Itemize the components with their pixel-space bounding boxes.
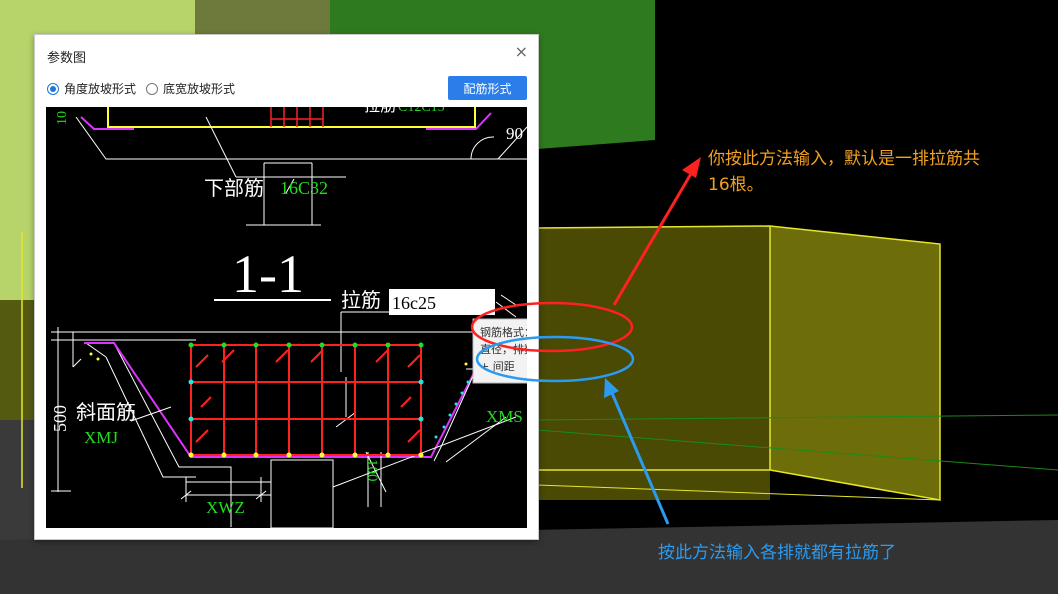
height-label: 500 — [50, 405, 70, 432]
tooltip-line-3: + 间距 — [480, 360, 515, 373]
radio-checked-icon[interactable] — [47, 82, 59, 95]
bottom-bar-value: 16C32 — [280, 178, 328, 198]
orange-annotation-line-2: 16根。 — [708, 175, 764, 195]
radio-angle-slope-label[interactable]: 角度放坡形式 — [64, 80, 136, 97]
section-title: 1-1 — [232, 244, 304, 304]
xwz-label: XWZ — [206, 498, 245, 517]
orange-annotation: 你按此方法输入，默认是一排拉筋共 16根。 — [708, 146, 1053, 198]
xms-label: XMS — [486, 407, 523, 426]
tie-bar-label: 拉筋 — [341, 289, 381, 312]
radio-unchecked-icon[interactable] — [146, 82, 159, 95]
angle-label: 90 — [506, 124, 523, 143]
tooltip-line-1: 钢筋格式：数量 + 级别 + — [480, 325, 527, 339]
close-icon[interactable]: × — [515, 44, 528, 60]
slope-form-radio-group: 角度放坡形式 底宽放坡形式 — [47, 80, 245, 97]
tooltip-line-2: 直径，排数 + 级别 + 直径 — [480, 342, 527, 356]
xmj-label: XMJ — [84, 428, 118, 447]
beam-face — [537, 226, 770, 500]
parameter-diagram-dialog: 参数图 × 角度放坡形式 底宽放坡形式 配筋形式 10 拉筋 C12C15 — [34, 34, 539, 540]
dim-100-label: 100 — [364, 459, 380, 482]
svg-text:10: 10 — [55, 111, 70, 125]
bottom-bar-label: 下部筋 — [204, 177, 264, 200]
rebar-config-button[interactable]: 配筋形式 — [448, 76, 527, 100]
section-drawing: 10 拉筋 C12C15 90 下部筋 16C32 — [50, 107, 527, 528]
top-label-value-fragment: C12C15 — [398, 107, 445, 115]
blue-annotation: 按此方法输入各排就都有拉筋了 — [658, 543, 896, 563]
slope-bar-label: 斜面筋 — [76, 401, 136, 424]
cad-drawing-canvas: 10 拉筋 C12C15 90 下部筋 16C32 — [46, 107, 527, 528]
radio-angle-slope[interactable]: 角度放坡形式 — [47, 80, 136, 97]
top-label-fragment: 拉筋 — [364, 107, 396, 115]
radio-bottom-width-slope[interactable]: 底宽放坡形式 — [146, 80, 235, 97]
dialog-title: 参数图 — [47, 51, 87, 66]
radio-bottom-width-slope-label[interactable]: 底宽放坡形式 — [163, 80, 235, 97]
tie-bar-input[interactable]: 16c25 — [392, 293, 436, 313]
orange-annotation-line-1: 你按此方法输入，默认是一排拉筋共 — [708, 149, 980, 169]
